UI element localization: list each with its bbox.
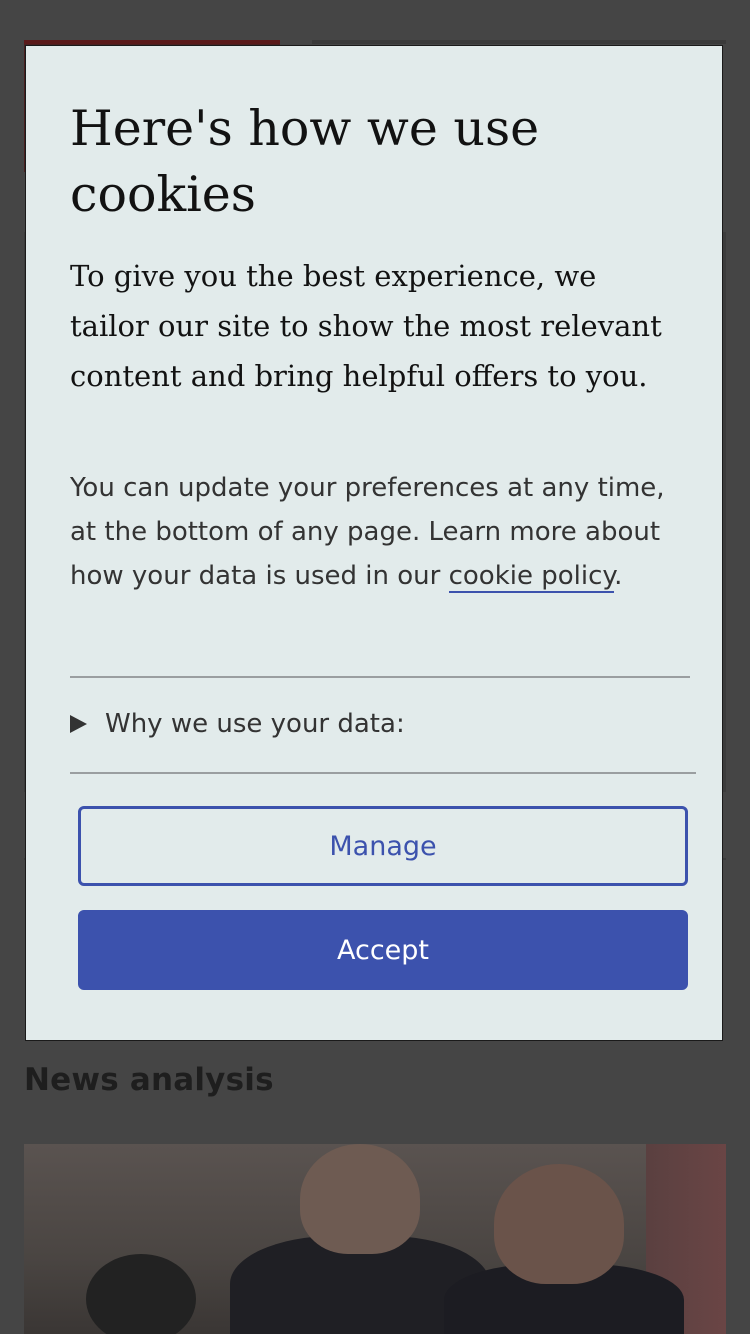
photo-person-head <box>494 1164 624 1284</box>
cookie-policy-link[interactable]: cookie policy <box>448 561 615 593</box>
body-text-end: . <box>614 561 623 591</box>
manage-button[interactable]: Manage <box>78 806 688 886</box>
why-we-use-data-toggle[interactable]: Why we use your data: <box>70 702 690 746</box>
accept-button[interactable]: Accept <box>78 910 688 990</box>
cookie-consent-dialog: Here's how we use cookies To give you th… <box>25 45 723 1041</box>
dialog-lead-text: To give you the best experience, we tail… <box>70 259 662 393</box>
photo-person-head <box>300 1144 420 1254</box>
page: News analysis Here's how we use cookies … <box>0 0 750 1334</box>
triangle-right-icon <box>70 715 87 733</box>
divider <box>70 772 696 774</box>
dialog-title: Here's how we use cookies <box>70 100 540 223</box>
divider <box>70 676 690 678</box>
photo-person-hair <box>86 1254 196 1334</box>
news-analysis-photo <box>24 1144 726 1334</box>
section-title-news-analysis: News analysis <box>24 1062 274 1098</box>
dialog-body-text: You can update your preferences at any t… <box>70 466 680 598</box>
background-strip <box>312 40 726 44</box>
disclosure-label: Why we use your data: <box>105 709 405 739</box>
